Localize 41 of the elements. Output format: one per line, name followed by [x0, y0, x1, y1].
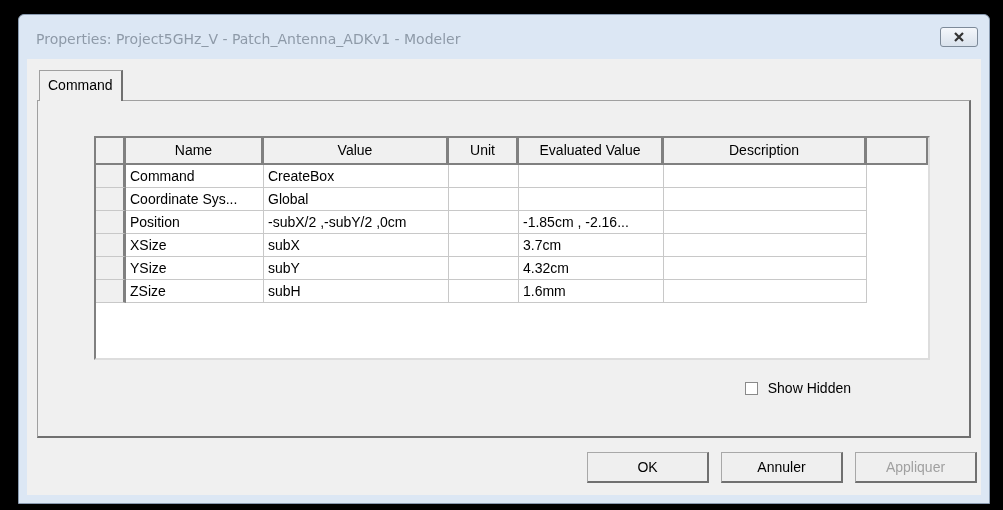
table-cell: 3.7cm — [519, 234, 664, 257]
table-cell — [449, 234, 519, 257]
row-header[interactable] — [96, 188, 126, 211]
table-cell: -1.85cm , -2.16... — [519, 211, 664, 234]
row-header[interactable] — [96, 257, 126, 280]
table-cell: subX — [264, 234, 449, 257]
dialog-button[interactable]: OK — [587, 452, 709, 483]
column-header[interactable]: Description — [664, 138, 867, 165]
table-cell: YSize — [126, 257, 264, 280]
table-cell: Position — [126, 211, 264, 234]
column-header[interactable]: Evaluated Value — [519, 138, 664, 165]
checkbox-icon[interactable] — [744, 381, 758, 395]
table-cell: subY — [264, 257, 449, 280]
row-header[interactable] — [96, 165, 126, 188]
table-cell — [449, 188, 519, 211]
window-title: Properties: Project5GHz_V - Patch_Antenna_ADKv1 - Modeler — [35, 30, 461, 47]
tab[interactable]: Command — [39, 70, 123, 101]
table-cell — [449, 257, 519, 280]
show-hidden-checkbox[interactable]: Show Hidden — [744, 380, 851, 396]
table-cell — [449, 280, 519, 303]
table-cell — [449, 211, 519, 234]
table-cell: Command — [126, 165, 264, 188]
column-header[interactable]: Name — [126, 138, 264, 165]
close-icon — [953, 32, 965, 42]
row-header[interactable] — [96, 280, 126, 303]
table-cell: ZSize — [126, 280, 264, 303]
table-cell: -subX/2 ,-subY/2 ,0cm — [264, 211, 449, 234]
table-cell: Global — [264, 188, 449, 211]
table-cell: Coordinate Sys... — [126, 188, 264, 211]
table-cell: subH — [264, 280, 449, 303]
dialog-button[interactable]: Annuler — [721, 452, 843, 483]
row-header[interactable] — [96, 211, 126, 234]
close-button[interactable] — [940, 27, 978, 47]
table-cell: XSize — [126, 234, 264, 257]
table-cell: CreateBox — [264, 165, 449, 188]
column-header[interactable]: Unit — [449, 138, 519, 165]
table-cell: 4.32cm — [519, 257, 664, 280]
column-header[interactable]: Value — [264, 138, 449, 165]
table-cell — [449, 165, 519, 188]
row-header[interactable] — [96, 234, 126, 257]
table-cell: 1.6mm — [519, 280, 664, 303]
